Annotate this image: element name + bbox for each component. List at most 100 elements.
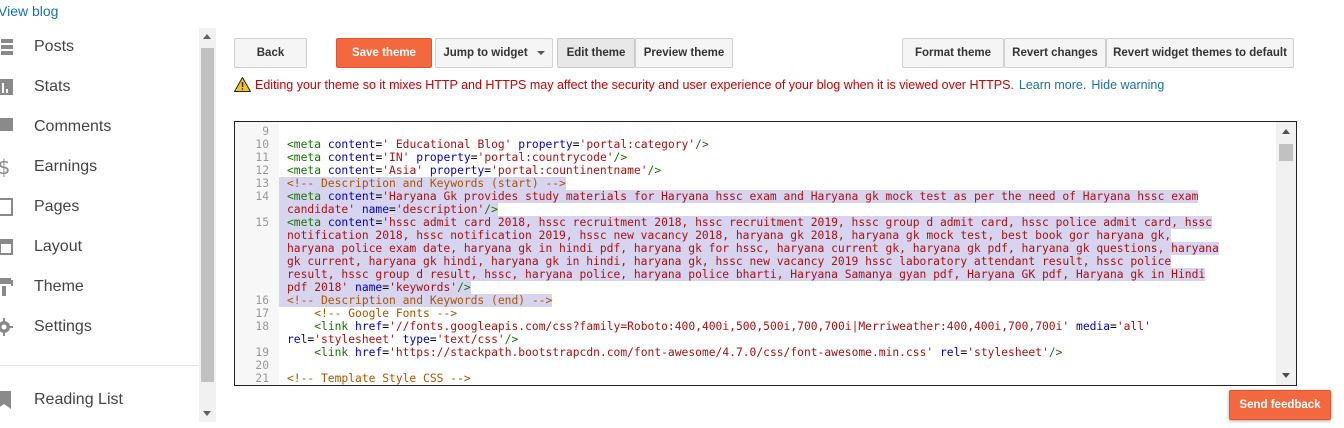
hide-warning-link[interactable]: Hide warning	[1091, 78, 1164, 92]
code-text[interactable]: <meta content='IN' property='portal:coun…	[279, 151, 627, 164]
line-number	[235, 333, 279, 346]
sidebar-item-earnings[interactable]: $ Earnings	[0, 147, 198, 187]
code-text[interactable]: notification 2018, hssc notification 201…	[279, 229, 1172, 242]
line-number: 17	[255, 307, 269, 320]
stats-icon	[0, 77, 14, 97]
preview-theme-button[interactable]: Preview theme	[635, 38, 733, 68]
sidebar-item-posts[interactable]: Posts	[0, 27, 198, 67]
sidebar-item-label: Reading List	[34, 391, 123, 408]
sidebar-scrollbar[interactable]	[199, 28, 216, 422]
chevron-down-icon	[536, 51, 545, 55]
view-blog-link[interactable]: View blog	[0, 3, 58, 19]
code-text[interactable]: gk current, haryana gk hindi, haryana gk…	[279, 255, 1172, 268]
code-text[interactable]: <link href='//fonts.googleapis.com/css?f…	[279, 320, 1151, 333]
https-warning: Editing your theme so it mixes HTTP and …	[234, 77, 1164, 92]
sidebar-item-stats[interactable]: Stats	[0, 67, 198, 107]
code-editor[interactable]: 9 10 <meta content=' Educational Blog' pr…	[234, 121, 1297, 386]
sidebar-item-comments[interactable]: Comments	[0, 107, 198, 147]
save-theme-button[interactable]: Save theme	[336, 38, 432, 68]
line-number	[235, 229, 279, 242]
sidebar-item-layout[interactable]: Layout	[0, 227, 198, 267]
code-line[interactable]: 17 <!-- Google Fonts -->	[235, 307, 1277, 320]
sidebar-item-label: Earnings	[34, 158, 98, 175]
code-text[interactable]: <link href='https://stackpath.bootstrapc…	[279, 346, 1062, 359]
warning-icon	[234, 77, 251, 92]
code-text[interactable]: result, hssc group d result, hssc, harya…	[279, 268, 1206, 281]
code-line[interactable]: 10 <meta content=' Educational Blog' prop…	[235, 138, 1277, 151]
code-line[interactable]: 14 <meta content='Haryana Gk provides stu…	[235, 190, 1277, 203]
sidebar-item-reading-list[interactable]: Reading List	[0, 380, 198, 420]
edit-theme-button[interactable]: Edit theme	[557, 38, 635, 68]
code-text[interactable]: <meta content='Haryana Gk provides study…	[279, 190, 1199, 203]
code-line[interactable]: 11 <meta content='IN' property='portal:co…	[235, 151, 1277, 164]
warning-text: Editing your theme so it mixes HTTP and …	[255, 77, 1014, 92]
format-theme-button[interactable]: Format theme	[902, 38, 1004, 68]
code-text[interactable]: <!-- Template Style CSS -->	[279, 372, 471, 385]
code-text[interactable]	[279, 359, 294, 372]
sidebar-item-theme[interactable]: Theme	[0, 267, 198, 307]
code-line[interactable]: 19 <link href='https://stackpath.bootstr…	[235, 346, 1277, 359]
earnings-icon: $	[0, 155, 11, 179]
code-text[interactable]: <!-- Google Fonts -->	[279, 307, 457, 320]
line-number: 10	[255, 138, 269, 151]
scrollbar-thumb[interactable]	[1279, 144, 1293, 161]
code-line[interactable]: 20	[235, 359, 1277, 372]
scroll-down-icon[interactable]	[203, 411, 211, 416]
code-text[interactable]: <!-- Description and Keywords (start) --…	[279, 177, 566, 190]
code-area[interactable]: 9 10 <meta content=' Educational Blog' pr…	[235, 122, 1277, 385]
sidebar-item-label: Pages	[34, 198, 80, 215]
sidebar-item-pages[interactable]: Pages	[0, 187, 198, 227]
code-line[interactable]: 21 <!-- Template Style CSS -->	[235, 372, 1277, 385]
sidebar-item-label: Stats	[34, 78, 71, 95]
code-line[interactable]: haryana police exam date, haryana gk in …	[235, 242, 1277, 255]
code-text[interactable]: <!-- Description and Keywords (end) -->	[279, 294, 553, 307]
sidebar-item-label: Layout	[34, 238, 83, 255]
scroll-up-icon[interactable]	[203, 34, 211, 39]
revert-changes-button[interactable]: Revert changes	[1004, 38, 1106, 68]
code-text[interactable]: <meta content='Asia' property='portal:co…	[279, 164, 661, 177]
editor-scrollbar[interactable]	[1276, 122, 1296, 385]
scroll-down-icon[interactable]	[1282, 373, 1290, 378]
code-line[interactable]: rel='stylesheet' type='text/css'/>	[235, 333, 1277, 346]
theme-icon	[0, 277, 14, 297]
scrollbar-thumb[interactable]	[201, 48, 214, 382]
sidebar: View blog Posts Stats Comments $ Earning…	[0, 0, 198, 428]
code-line[interactable]: 12 <meta content='Asia' property='portal:…	[235, 164, 1277, 177]
code-line[interactable]: 13 <!-- Description and Keywords (start) …	[235, 177, 1277, 190]
learn-more-link[interactable]: Learn more.	[1019, 78, 1086, 92]
code-line[interactable]: gk current, haryana gk hindi, haryana gk…	[235, 255, 1277, 268]
code-text[interactable]: pdf 2018' name='keywords'/>	[279, 281, 471, 294]
settings-icon	[0, 317, 14, 337]
sidebar-item-label: Theme	[34, 278, 84, 295]
line-number: 20	[255, 359, 269, 372]
code-text[interactable]	[279, 125, 294, 138]
code-text[interactable]: rel='stylesheet' type='text/css'/>	[279, 333, 518, 346]
sidebar-item-settings[interactable]: Settings	[0, 307, 198, 347]
code-line[interactable]: 15 <meta content='hssc admit card 2018, h…	[235, 216, 1277, 229]
line-number	[235, 268, 279, 281]
code-text[interactable]: <meta content='hssc admit card 2018, hss…	[279, 216, 1213, 229]
code-line[interactable]: 16 <!-- Description and Keywords (end) --…	[235, 294, 1277, 307]
code-line[interactable]: result, hssc group d result, hssc, harya…	[235, 268, 1277, 281]
back-button[interactable]: Back	[234, 38, 307, 68]
code-text[interactable]: candidate' name='description'/>	[279, 203, 498, 216]
code-line[interactable]: notification 2018, hssc notification 201…	[235, 229, 1277, 242]
line-number: 12	[255, 164, 269, 177]
line-number: 16	[255, 294, 269, 307]
pages-icon	[0, 197, 14, 217]
revert-widget-themes-button[interactable]: Revert widget themes to default	[1106, 38, 1294, 68]
code-text[interactable]: haryana police exam date, haryana gk in …	[279, 242, 1219, 255]
line-number	[235, 242, 279, 255]
line-number: 9	[262, 125, 269, 138]
jump-to-widget-dropdown[interactable]: Jump to widget	[435, 38, 553, 68]
code-line[interactable]: pdf 2018' name='keywords'/>	[235, 281, 1277, 294]
line-number	[235, 203, 279, 216]
code-line[interactable]: candidate' name='description'/>	[235, 203, 1277, 216]
send-feedback-button[interactable]: Send feedback	[1229, 390, 1331, 420]
line-number: 13	[255, 177, 269, 190]
scroll-up-icon[interactable]	[1282, 129, 1290, 134]
line-number: 14	[255, 190, 269, 203]
code-line[interactable]: 9	[235, 125, 1277, 138]
code-text[interactable]: <meta content=' Educational Blog' proper…	[279, 138, 709, 151]
code-line[interactable]: 18 <link href='//fonts.googleapis.com/cs…	[235, 320, 1277, 333]
